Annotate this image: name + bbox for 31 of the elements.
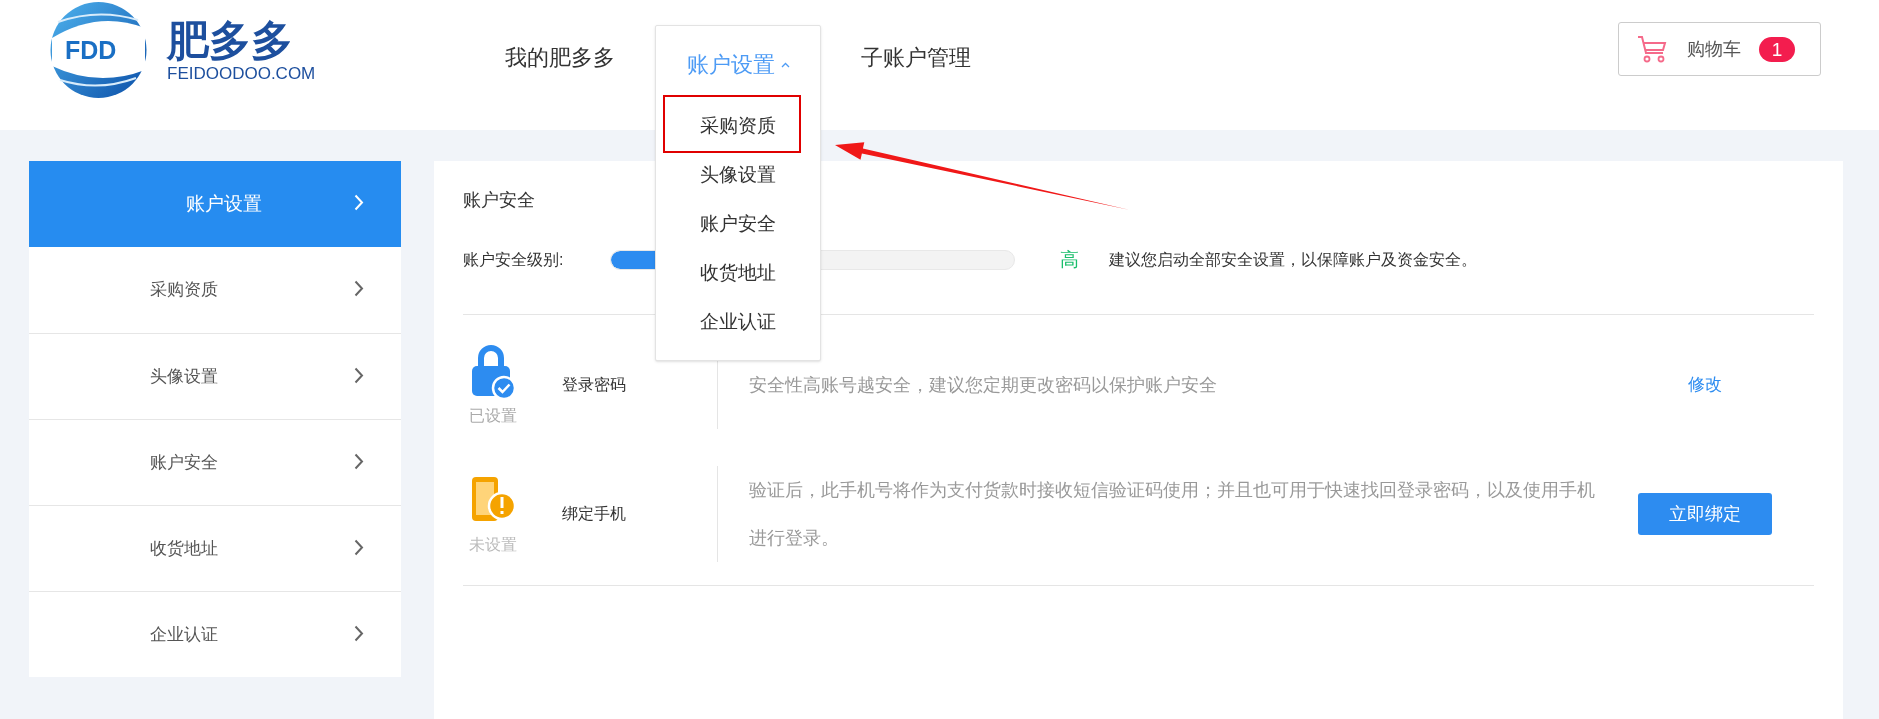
- status-text: 已设置: [469, 406, 517, 426]
- row-description: 验证后，此手机号将作为支付货款时接收短信验证码使用；并且也可用于快速找回登录密码，以及使用手机进行登录。: [749, 479, 1596, 550]
- dropdown-item[interactable]: 账户安全: [700, 210, 776, 239]
- row-title: 绑定手机: [561, 504, 627, 524]
- logo-domain: FEIDOODOO.COM: [167, 64, 316, 84]
- chevron-right-icon: [354, 194, 364, 211]
- nav-tab[interactable]: 子账户管理: [861, 40, 971, 74]
- chevron-right-icon: [354, 625, 364, 642]
- cart-count-badge: 1: [1759, 36, 1795, 62]
- status-text: 未设置: [469, 535, 517, 555]
- row-description: 安全性高账号越安全，建议您定期更改密码以保护账户安全: [749, 374, 1218, 397]
- caret-icon: [780, 61, 790, 68]
- chevron-right-icon: [354, 367, 364, 384]
- chevron-right-icon: [354, 539, 364, 556]
- dropdown-item[interactable]: 企业认证: [700, 308, 776, 337]
- section-title: 账户安全: [463, 189, 535, 212]
- dropdown-item[interactable]: 收货地址: [700, 259, 776, 288]
- nav-tab[interactable]: 我的肥多多: [505, 40, 615, 74]
- chevron-right-icon: [354, 280, 364, 297]
- security-advice: 建议您启动全部安全设置，以保障账户及资金安全。: [1109, 250, 1477, 270]
- security-level-text: 高: [1060, 247, 1079, 272]
- logo-mark-text: FDD: [65, 36, 117, 64]
- logo-name: 肥多多: [167, 18, 294, 64]
- dropdown-item[interactable]: 采购资质: [700, 112, 776, 141]
- chevron-right-icon: [354, 453, 364, 470]
- security-level-label: 账户安全级别:: [463, 250, 565, 270]
- cart-icon: [1637, 35, 1667, 63]
- row-title: 登录密码: [561, 375, 627, 395]
- cart-button[interactable]: 购物车 1: [1618, 22, 1821, 76]
- dropdown-item[interactable]: 头像设置: [700, 161, 776, 190]
- edit-link[interactable]: 修改: [1687, 372, 1722, 398]
